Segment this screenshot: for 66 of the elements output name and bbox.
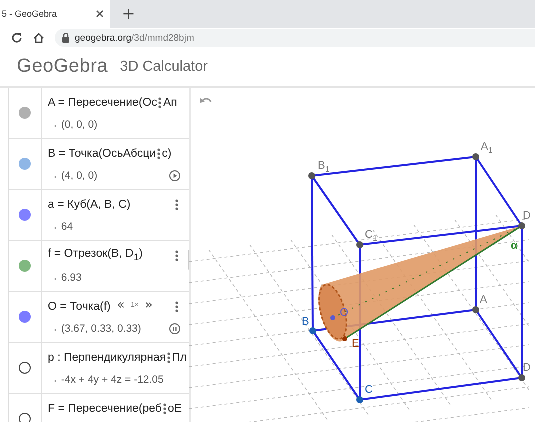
definition-text: Пл (172, 352, 188, 364)
more-icon[interactable] (158, 97, 162, 109)
definition-text: B = Точка(ОсьАбсци (48, 148, 156, 160)
angle-label: α (511, 240, 518, 252)
browser-tab[interactable]: 5 - GeoGebra (0, 0, 110, 28)
point-label: D (523, 210, 531, 222)
home-icon[interactable] (33, 32, 45, 44)
value-text: → -4x + 4y + 4z = -12.05 (48, 374, 164, 386)
definition-text: оE (168, 403, 182, 415)
point-label: B (302, 316, 310, 328)
visibility-toggle[interactable] (19, 311, 31, 323)
app-logo: GeoGebra (17, 56, 108, 78)
more-icon[interactable] (157, 148, 162, 160)
more-icon[interactable] (162, 403, 167, 415)
point-marker[interactable] (310, 328, 316, 334)
point-marker[interactable] (356, 396, 364, 404)
point-label: O (340, 307, 349, 319)
point-marker[interactable] (518, 374, 526, 382)
new-tab-button[interactable]: + (116, 6, 142, 22)
visibility-toggle[interactable] (19, 260, 31, 272)
definition-text: F = Пересечение(реб (48, 403, 162, 415)
point-label: A$_{1}$ (481, 141, 493, 158)
definition-text: a = Куб(A, B, C) (48, 199, 131, 211)
visibility-toggle[interactable] (19, 158, 31, 170)
value-text: → (0, 0, 0) (48, 119, 98, 131)
address-field[interactable]: geogebra.org/3d/mmd28bjm (55, 29, 535, 47)
value-text: → 64 (48, 221, 74, 233)
point-label: C (365, 384, 373, 396)
point-marker[interactable] (308, 172, 316, 180)
more-icon[interactable] (167, 352, 172, 364)
point-label: E (352, 338, 360, 350)
point-label: C$_{1}$ (365, 229, 378, 246)
visibility-toggle[interactable] (19, 209, 31, 221)
reload-icon[interactable] (11, 32, 23, 44)
point-marker[interactable] (472, 306, 480, 314)
point-label: D (523, 362, 531, 374)
definition-text: A = Пересечение(Ос (48, 97, 158, 109)
point-marker[interactable] (330, 316, 336, 320)
point-marker[interactable] (342, 336, 348, 342)
point-marker[interactable] (518, 222, 526, 230)
visibility-toggle[interactable] (19, 107, 31, 119)
point-label: B$_{1}$ (318, 160, 330, 176)
value-text: → (3.67, 0.33, 0.33) (48, 323, 142, 335)
undo-icon[interactable] (199, 96, 213, 106)
slower-button[interactable]: « (117, 298, 125, 313)
point-marker[interactable] (356, 242, 364, 248)
point-label: A (480, 294, 488, 306)
definition-text: с) (162, 148, 172, 160)
visibility-toggle[interactable] (19, 413, 31, 422)
definition-text: p : Перпендикулярная (48, 352, 166, 364)
more-icon[interactable] (175, 250, 179, 262)
more-icon[interactable] (175, 301, 179, 313)
play-icon[interactable] (169, 170, 181, 182)
definition-text: O = Точка(f) (48, 301, 111, 313)
visibility-toggle[interactable] (19, 362, 31, 374)
close-icon[interactable] (96, 10, 104, 18)
pause-icon[interactable] (169, 323, 181, 335)
definition-text: f = Отрезок(B, D$_{1}$) (48, 248, 143, 264)
point-marker[interactable] (472, 154, 480, 160)
definition-text: Ап (163, 97, 178, 109)
lock-icon (62, 33, 70, 43)
more-icon[interactable] (175, 199, 179, 211)
value-text: → (4, 0, 0) (48, 170, 98, 182)
app-title: 3D Calculator (120, 59, 208, 75)
value-text: → 6.93 (48, 272, 82, 284)
faster-button[interactable]: » (144, 298, 153, 313)
